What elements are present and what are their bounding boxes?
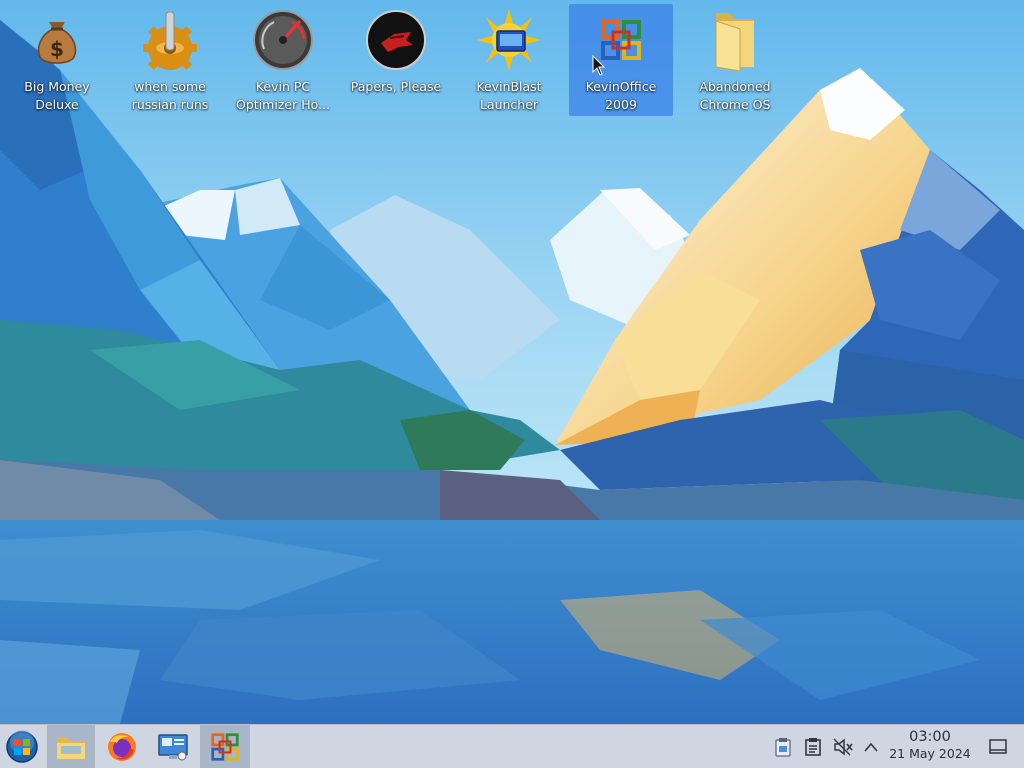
money-bag-icon: $ <box>25 8 89 72</box>
desktop-icon-kevinoffice-2009[interactable]: KevinOffice 2009 <box>569 4 673 116</box>
taskbar-file-manager[interactable] <box>47 725 95 768</box>
taskbar-system-info[interactable] <box>149 725 197 768</box>
desktop-icon-big-money-deluxe[interactable]: $ Big Money Deluxe <box>5 4 109 116</box>
mouse-cursor-icon <box>592 55 606 76</box>
clipboard-icon <box>775 737 791 757</box>
desktop-icon-label: Papers, Please <box>350 79 442 94</box>
show-desktop-icon <box>989 738 1007 754</box>
clock-time: 03:00 <box>909 729 951 745</box>
desktop-icon-label: Kevin PC Optimizer Ho... <box>236 79 330 112</box>
emblem-icon <box>364 8 428 72</box>
clock-date: 21 May 2024 <box>889 746 971 761</box>
desktop-icon-label: when some russian runs a... <box>131 79 209 112</box>
desktop-icon-kevin-pc-optimizer[interactable]: Kevin PC Optimizer Ho... <box>231 4 335 116</box>
desktop-icon-kevinblast-launcher[interactable]: KevinBlast Launcher <box>457 4 561 116</box>
desktop-icon-label: Big Money Deluxe <box>24 79 90 112</box>
taskbar: 03:00 21 May 2024 <box>0 724 1024 768</box>
tray-volume[interactable] <box>830 725 856 768</box>
show-desktop-button[interactable] <box>984 725 1012 768</box>
tray-notes[interactable] <box>800 725 826 768</box>
clock[interactable]: 03:00 21 May 2024 <box>884 729 976 762</box>
speedometer-icon <box>251 8 315 72</box>
desktop-icon-papers-please[interactable]: Papers, Please <box>344 4 448 116</box>
monitor-info-icon <box>158 733 188 760</box>
chevron-up-icon <box>864 742 878 752</box>
gear-lever-icon <box>138 8 202 72</box>
folder-icon <box>703 8 767 72</box>
notes-icon <box>805 737 821 756</box>
start-button[interactable] <box>0 725 44 768</box>
taskbar-kevinoffice[interactable] <box>200 725 250 768</box>
desktop-icon-abandoned-chrome-os[interactable]: Abandoned Chrome OS <box>683 4 787 116</box>
taskbar-firefox[interactable] <box>98 725 146 768</box>
sun-monitor-icon <box>477 8 541 72</box>
folder-icon <box>57 736 85 759</box>
desktop-icon-label: Abandoned Chrome OS <box>699 79 771 112</box>
svg-text:$: $ <box>50 37 64 61</box>
firefox-icon <box>108 732 136 761</box>
tray-expand[interactable] <box>858 725 884 768</box>
office-logo-icon <box>211 732 239 761</box>
volume-muted-icon <box>833 737 853 756</box>
start-orb-icon <box>6 729 38 763</box>
desktop-icon-label: KevinBlast Launcher <box>476 79 542 112</box>
desktop[interactable]: $ Big Money Deluxe when some russian run… <box>0 0 1024 724</box>
desktop-icon-label: KevinOffice 2009 <box>585 79 657 112</box>
desktop-icon-russian-runs[interactable]: when some russian runs a... <box>118 4 222 116</box>
tray-clipboard[interactable] <box>770 725 796 768</box>
